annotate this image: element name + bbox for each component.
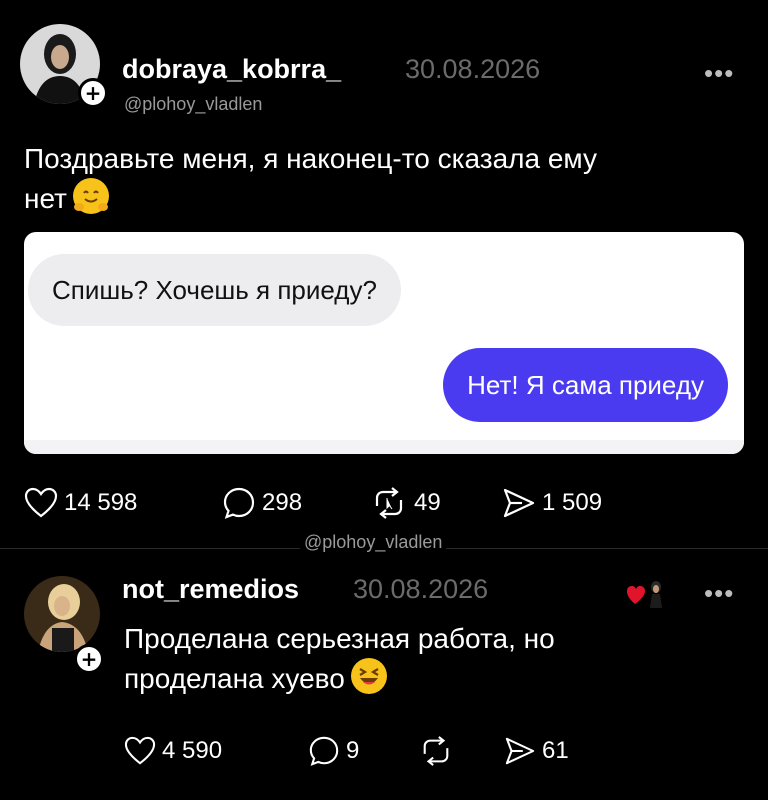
share-button[interactable]: 61 [504,736,569,766]
like-count: 14 598 [64,489,138,516]
post-text: Проделана серьезная работа, но проделана… [124,620,744,698]
post-text-line-2: нет [24,178,744,218]
repost-count: 49 [414,489,441,516]
hugging-face-emoji-icon [72,178,109,214]
chat-screenshot[interactable]: Спишь? Хочешь я приеду? Нет! Я сама прие… [24,232,744,454]
post-text-line-2-text: нет [24,183,67,214]
share-count: 1 509 [542,489,603,516]
repost-icon [423,736,449,766]
more-options-icon[interactable]: ••• [704,58,734,89]
repost-button[interactable]: 49 [370,486,441,520]
post-1: + dobraya_kobrra_ 30.08.2026 @plohoy_vla… [0,0,768,550]
comment-button[interactable]: 9 [308,735,359,767]
like-button[interactable]: 14 598 [24,487,137,519]
incoming-message-bubble: Спишь? Хочешь я приеду? [28,254,401,326]
post-2: + not_remedios 30.08.2026 ••• Проделана … [0,550,768,800]
comment-bubble-icon [309,736,339,766]
send-icon [505,737,535,765]
sticker-icon [626,578,666,608]
outgoing-message-bubble: Нет! Я сама приеду [443,348,728,422]
comment-bubble-icon [223,487,255,519]
post-text: Поздравьте меня, я наконец-то сказала ем… [24,140,744,218]
follow-plus-icon[interactable]: + [78,78,108,108]
avatar-not-remedios[interactable]: + [24,576,104,674]
avatar-photo [24,576,100,652]
like-count: 4 590 [162,737,223,764]
comment-count: 298 [262,489,303,516]
repost-icon [375,487,403,519]
comment-button[interactable]: 298 [222,486,302,520]
laughing-face-emoji-icon [350,658,387,694]
post-text-line-2: проделана хуево [124,658,744,698]
more-options-icon[interactable]: ••• [704,578,734,609]
heart-icon [124,736,156,765]
send-icon [503,488,535,518]
post-date: 30.08.2026 [353,574,489,604]
chat-card-bottom-strip [24,440,744,454]
post-date: 30.08.2026 [405,54,541,84]
post-text-line-2-text: проделана хуево [124,663,345,694]
share-count: 61 [542,737,569,764]
like-button[interactable]: 4 590 [124,736,222,766]
avatar-dobraya-kobrra[interactable]: + [20,24,108,108]
username[interactable]: not_remedios [122,574,299,605]
heart-icon [24,487,58,518]
comment-count: 9 [346,737,360,764]
handle[interactable]: @plohoy_vladlen [124,94,262,115]
post-text-line-1: Проделана серьезная работа, но [124,623,555,654]
follow-plus-icon[interactable]: + [74,644,104,674]
share-button[interactable]: 1 509 [502,487,602,519]
repost-button[interactable] [418,735,454,767]
post-text-line-1: Поздравьте меня, я наконец-то сказала ем… [24,143,597,174]
username[interactable]: dobraya_kobrra_ [122,54,341,85]
